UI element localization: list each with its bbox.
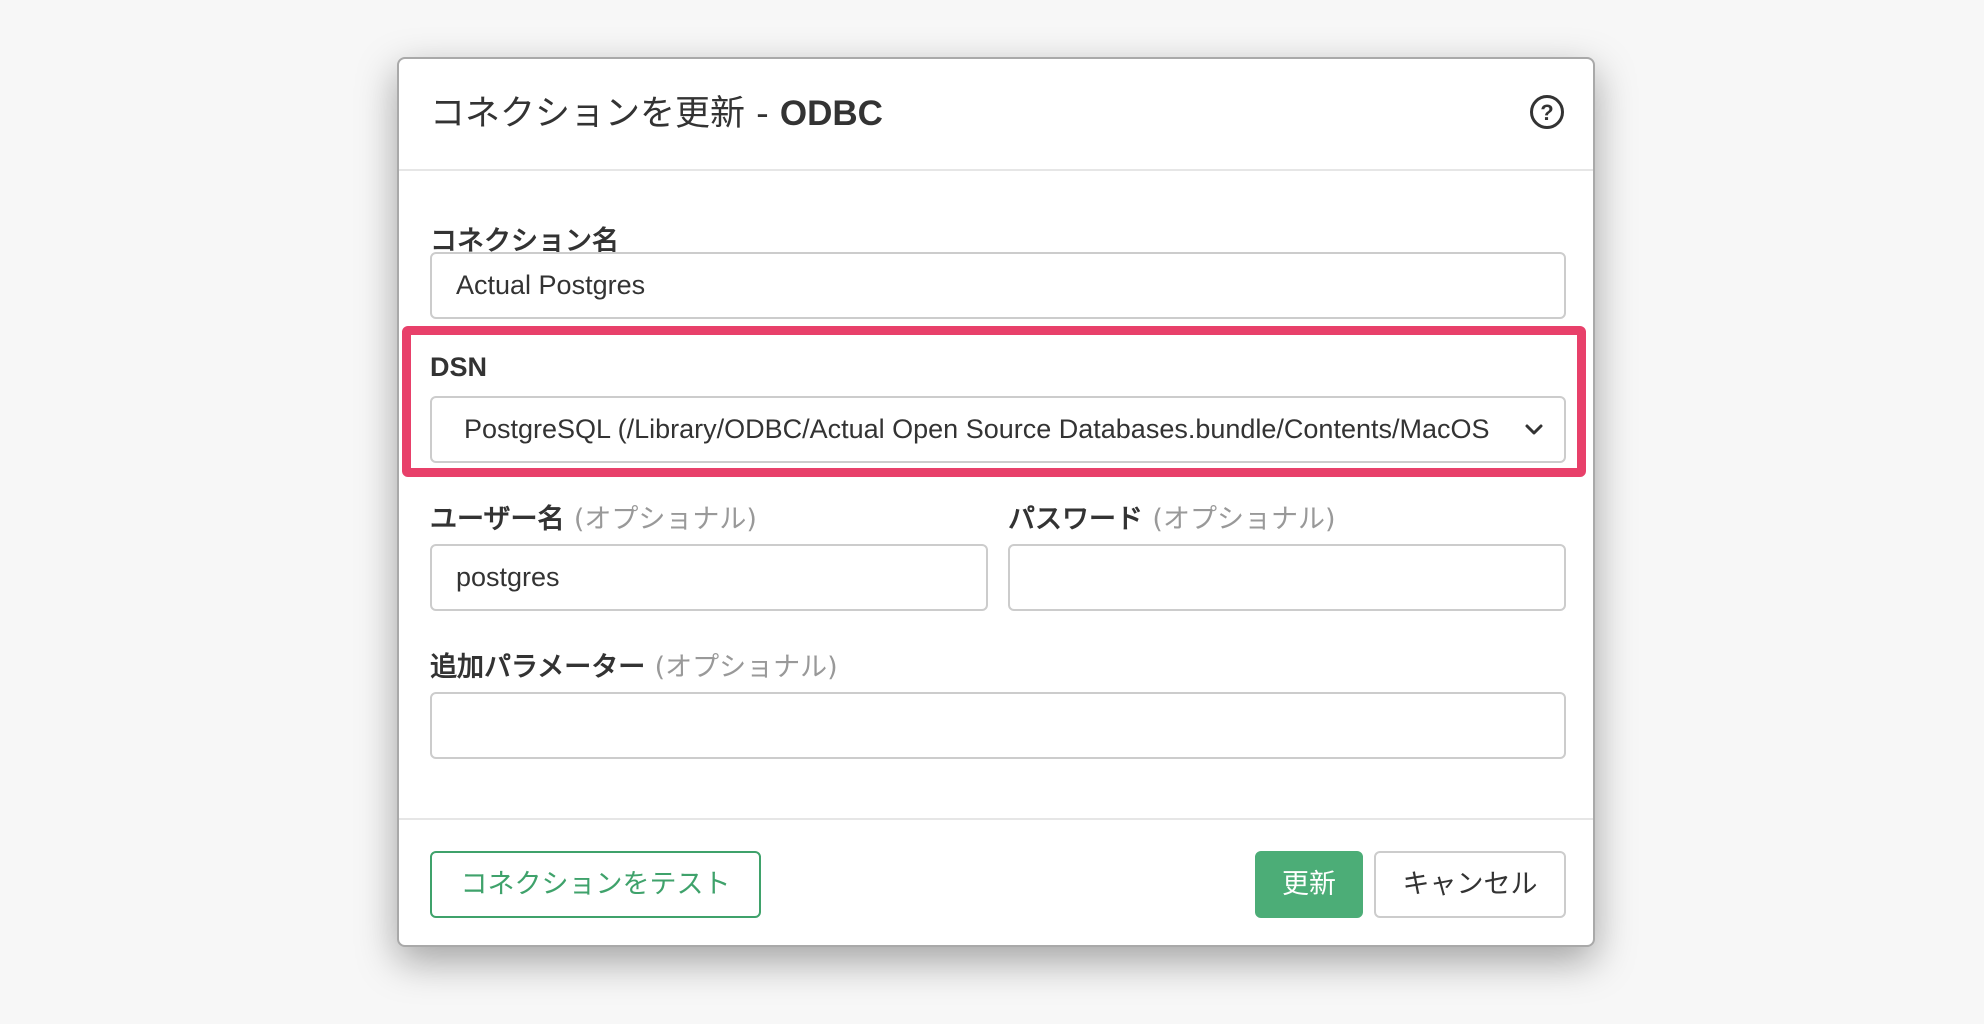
password-input[interactable] [1008,544,1566,611]
dsn-label: DSN [430,352,488,382]
help-icon[interactable]: ? [1530,95,1564,129]
extra-params-label-text: 追加パラメーター [430,652,646,683]
dialog-title: コネクションを更新 - ODBC [430,92,883,136]
password-label: パスワード (オプショナル) [1008,497,1335,536]
username-label: ユーザー名 (オプショナル) [430,497,757,536]
username-optional-hint: (オプショナル) [573,504,757,535]
password-optional-hint: (オプショナル) [1152,504,1336,535]
username-label-text: ユーザー名 [430,504,565,535]
update-connection-dialog: コネクションを更新 - ODBC ? コネクション名 Actual Postgr… [397,57,1595,947]
chevron-down-icon [1525,424,1543,435]
dsn-select-value: PostgreSQL (/Library/ODBC/Actual Open So… [464,414,1490,444]
update-button[interactable]: 更新 [1255,851,1363,918]
extra-params-label: 追加パラメーター (オプショナル) [430,645,838,684]
dsn-select[interactable]: PostgreSQL (/Library/ODBC/Actual Open So… [430,396,1566,463]
extra-params-optional-hint: (オプショナル) [654,652,838,683]
test-connection-button[interactable]: コネクションをテスト [430,851,761,918]
username-input[interactable]: postgres [430,544,988,611]
connection-name-input[interactable]: Actual Postgres [430,252,1566,319]
dialog-title-suffix: ODBC [779,94,883,133]
dialog-header: コネクションを更新 - ODBC ? [399,59,1593,171]
cancel-button[interactable]: キャンセル [1374,851,1566,918]
dialog-title-main: コネクションを更新 - [430,94,780,134]
password-label-text: パスワード [1008,504,1143,535]
extra-params-input[interactable] [430,692,1566,759]
footer-divider [399,818,1593,820]
